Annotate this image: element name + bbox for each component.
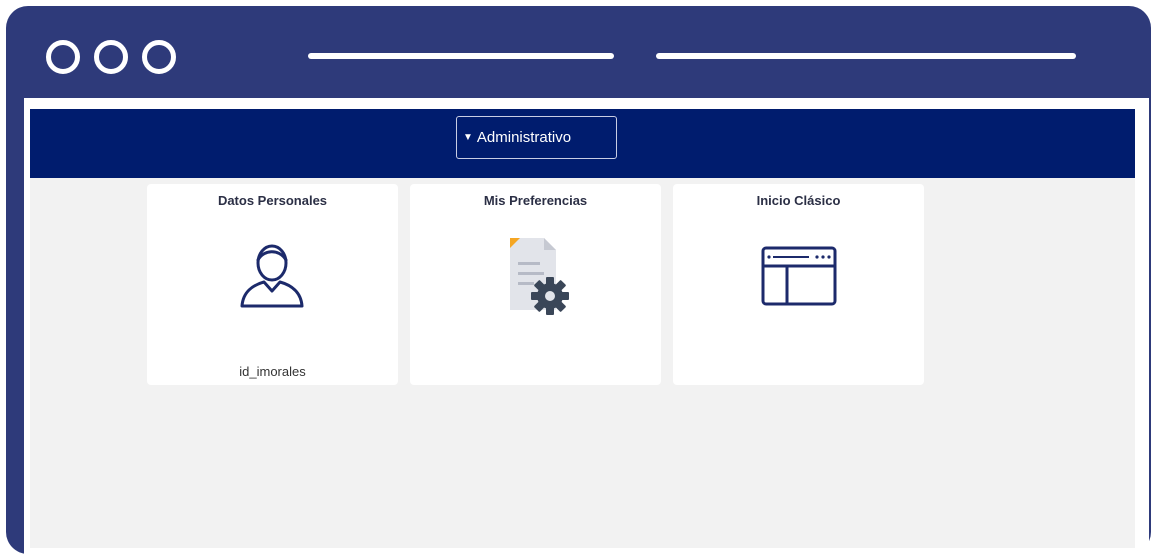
dropdown-label: Administrativo	[476, 129, 572, 146]
tile-title: Datos Personales	[217, 193, 328, 208]
window-dot-icon[interactable]	[46, 40, 80, 74]
browser-window-icon	[761, 246, 837, 306]
address-bar-placeholder	[656, 53, 1076, 59]
tile-title: Mis Preferencias	[483, 193, 588, 208]
window-dot-icon[interactable]	[142, 40, 176, 74]
top-navbar: ▼ Administrativo	[30, 109, 1135, 178]
tile-datos-personales[interactable]: Datos Personales id_imorales	[147, 184, 398, 385]
caret-down-icon: ▼	[463, 132, 473, 143]
page-viewport: ▼ Administrativo Datos Personales id_imo…	[24, 98, 1149, 554]
window-dot-icon[interactable]	[94, 40, 128, 74]
user-profile-icon	[240, 244, 304, 308]
address-bar-placeholder	[308, 53, 614, 59]
browser-frame: ▼ Administrativo Datos Personales id_imo…	[6, 6, 1151, 554]
window-controls	[46, 40, 176, 74]
tiles-area: Datos Personales id_imorales Mis Prefere…	[30, 178, 1135, 548]
tile-title: Inicio Clásico	[756, 193, 841, 208]
document-gear-icon	[510, 238, 569, 315]
tile-inicio-clasico[interactable]: Inicio Clásico	[673, 184, 924, 385]
tile-subtitle-username: id_imorales	[239, 364, 306, 379]
administrativo-dropdown[interactable]: ▼ Administrativo	[456, 116, 617, 159]
tile-mis-preferencias[interactable]: Mis Preferencias	[410, 184, 661, 385]
